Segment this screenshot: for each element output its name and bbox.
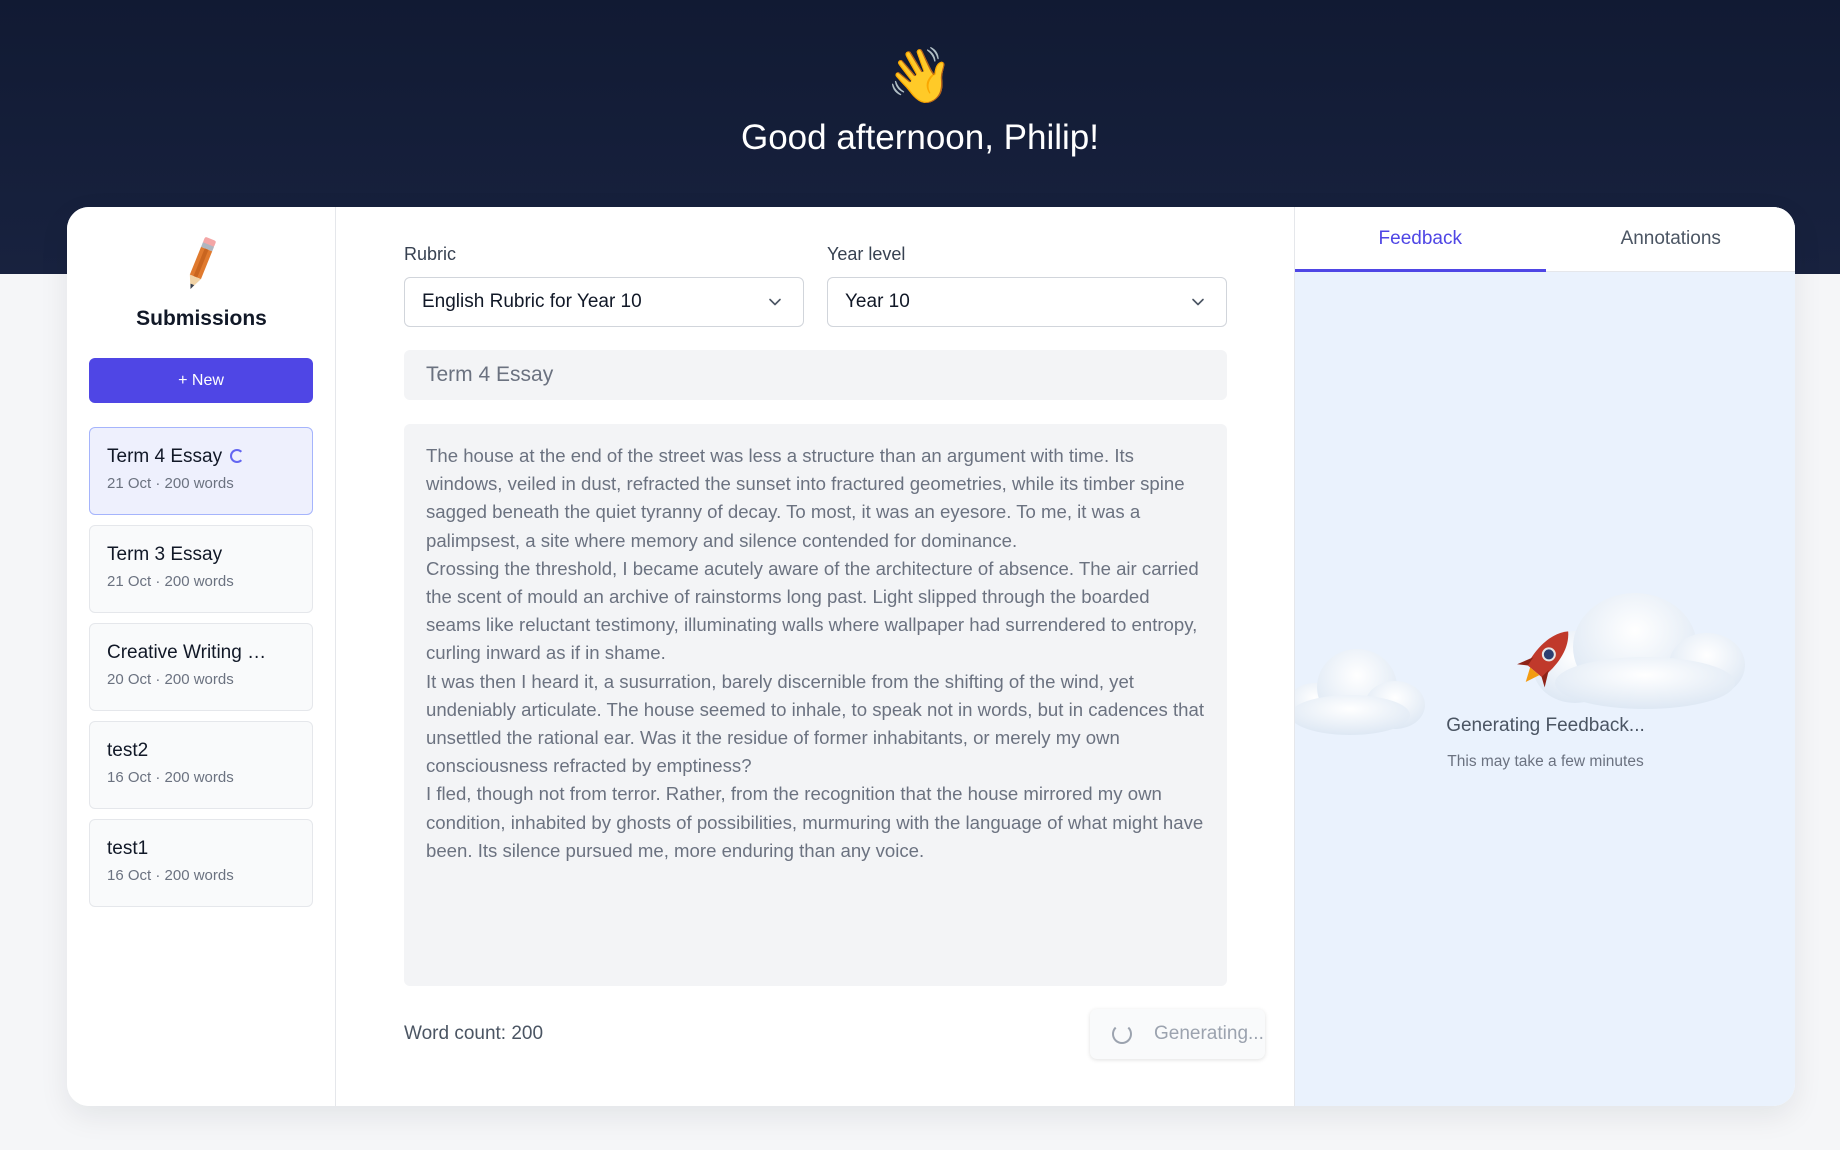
feedback-panel: Feedback Annotations Generating Feedback… [1294,207,1795,1106]
chevron-down-icon [769,298,781,306]
main-card: Submissions + New Term 4 Essay 21 Oct · … [67,207,1795,1106]
submission-meta: 16 Oct · 200 words [107,867,234,884]
loading-spinner-icon [230,449,245,463]
submission-title: Term 3 Essay [107,544,223,565]
submission-meta: 21 Oct · 200 words [107,573,234,590]
generate-button-label: Generating... [1154,1023,1264,1044]
year-level-label: Year level [827,244,906,264]
tab-annotations[interactable]: Annotations [1546,207,1796,271]
rubric-label: Rubric [404,244,457,264]
waving-hand-icon: 👋 [886,44,954,107]
generating-status-title: Generating Feedback... [1446,715,1645,736]
essay-paragraph: It was then I heard it, a susurration, b… [426,670,1204,777]
submission-item-test1[interactable]: test1 16 Oct · 200 words [89,819,313,907]
submission-meta: 16 Oct · 200 words [107,769,234,786]
essay-paragraph: The house at the end of the street was l… [426,445,1185,551]
year-level-select[interactable]: Year 10 [827,277,1227,327]
loading-spinner-icon [1112,1024,1132,1044]
essay-paragraph: Crossing the threshold, I became acutely… [426,557,1199,664]
cloud-right-icon [1533,593,1745,709]
essay-paragraph: I fled, though not from terror. Rather, … [426,783,1204,861]
submission-title: test2 [107,740,149,761]
submissions-sidebar: Submissions + New Term 4 Essay 21 Oct · … [67,207,336,1106]
chevron-down-icon [1192,298,1204,306]
submission-item-test2[interactable]: test2 16 Oct · 200 words [89,721,313,809]
panel-tabs: Feedback Annotations [1295,207,1795,272]
submission-title: Term 4 Essay [107,446,223,467]
generating-status-subtitle: This may take a few minutes [1447,753,1644,770]
essay-textarea[interactable]: The house at the end of the street was l… [404,424,1227,986]
submission-item-term3[interactable]: Term 3 Essay 21 Oct · 200 words [89,525,313,613]
pencil-icon [189,237,216,289]
submission-title: Creative Writing … [107,642,267,663]
generate-button[interactable]: Generating... [1090,1009,1265,1059]
new-submission-button[interactable]: + New [89,358,313,403]
tab-feedback[interactable]: Feedback [1295,207,1546,272]
word-count: Word count: 200 [404,1023,544,1044]
essay-title-input[interactable]: Term 4 Essay [404,350,1227,400]
greeting-text: Good afternoon, Philip! [740,118,1099,157]
submission-title: test1 [107,838,149,859]
submission-meta: 21 Oct · 200 words [107,475,234,492]
year-level-selected-value: Year 10 [845,291,910,312]
submission-list: Term 4 Essay 21 Oct · 200 words Term 3 E… [89,427,313,917]
sidebar-title: Submissions [136,307,267,330]
submission-meta: 20 Oct · 200 words [107,671,234,688]
rubric-selected-value: English Rubric for Year 10 [422,291,642,312]
rubric-select[interactable]: English Rubric for Year 10 [404,277,804,327]
editor-area: Rubric English Rubric for Year 10 Year l… [337,207,1294,1106]
submission-item-term4[interactable]: Term 4 Essay 21 Oct · 200 words [89,427,313,515]
submission-item-creative-writing[interactable]: Creative Writing … 20 Oct · 200 words [89,623,313,711]
